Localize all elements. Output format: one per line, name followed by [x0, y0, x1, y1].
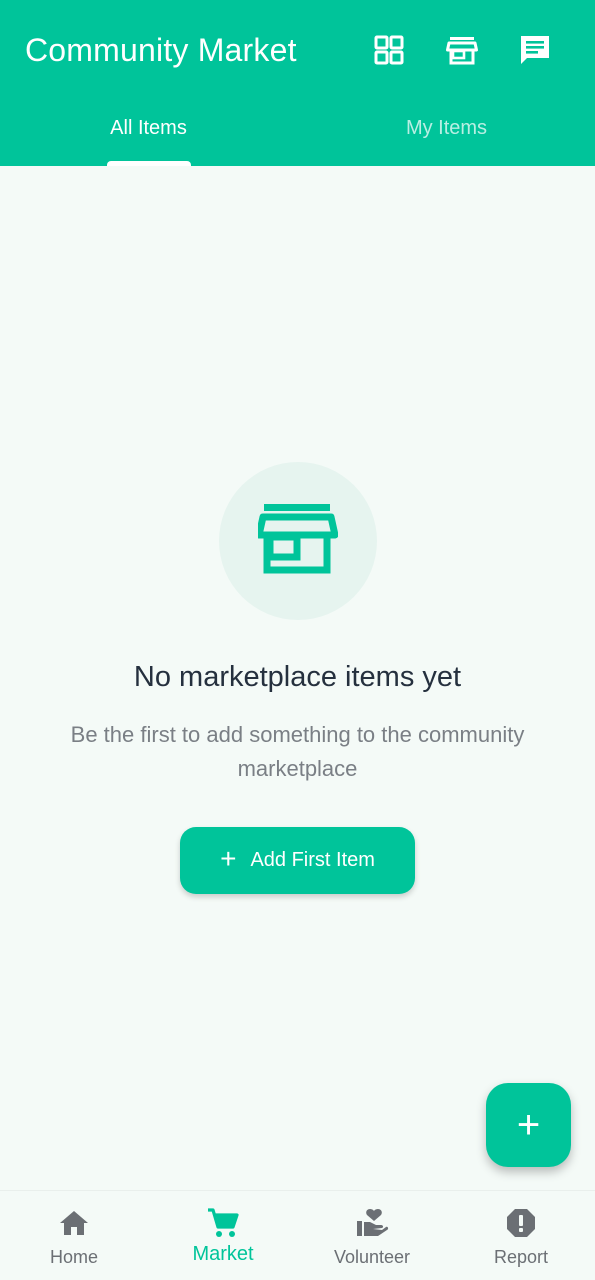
app-root: Community Market All Items My Items No m…	[0, 0, 595, 1280]
empty-state-title: No marketplace items yet	[133, 661, 462, 693]
volunteer-icon	[354, 1205, 390, 1241]
nav-item-home[interactable]: Home	[0, 1191, 148, 1280]
empty-state-subtitle: Be the first to add something to the com…	[70, 722, 525, 781]
home-icon	[56, 1205, 92, 1241]
storefront-icon[interactable]	[442, 30, 482, 70]
nav-label-home: Home	[49, 1247, 98, 1267]
plus-icon: +	[516, 1102, 541, 1147]
tab-indicator	[107, 161, 191, 166]
tab-label: My Items	[405, 117, 488, 139]
plus-icon: +	[220, 843, 237, 874]
shopping-cart-icon	[205, 1205, 241, 1241]
storefront-icon	[255, 503, 339, 580]
tab-all-items[interactable]: All Items	[0, 92, 297, 166]
add-first-item-label: Add First Item	[250, 849, 375, 871]
add-first-item-button[interactable]: + Add First Item	[180, 827, 415, 894]
bottom-navigation: Home Market Volunteer Report	[0, 1190, 595, 1280]
app-header: Community Market All Items My Items	[0, 0, 595, 166]
add-item-fab[interactable]: +	[486, 1083, 571, 1167]
nav-item-volunteer[interactable]: Volunteer	[298, 1191, 446, 1280]
nav-label-market: Market	[192, 1243, 254, 1265]
nav-label-report: Report	[493, 1247, 549, 1267]
grid-view-icon[interactable]	[369, 30, 409, 70]
empty-state-illustration	[219, 462, 377, 620]
nav-label-volunteer: Volunteer	[333, 1247, 411, 1267]
tab-label: All Items	[110, 117, 187, 139]
nav-item-market[interactable]: Market	[149, 1191, 297, 1280]
tab-bar: All Items My Items	[0, 92, 595, 166]
tab-my-items[interactable]: My Items	[298, 92, 595, 166]
page-title: Community Market	[25, 32, 297, 68]
nav-item-report[interactable]: Report	[447, 1191, 595, 1280]
chat-icon[interactable]	[515, 30, 555, 70]
report-icon	[503, 1205, 539, 1241]
